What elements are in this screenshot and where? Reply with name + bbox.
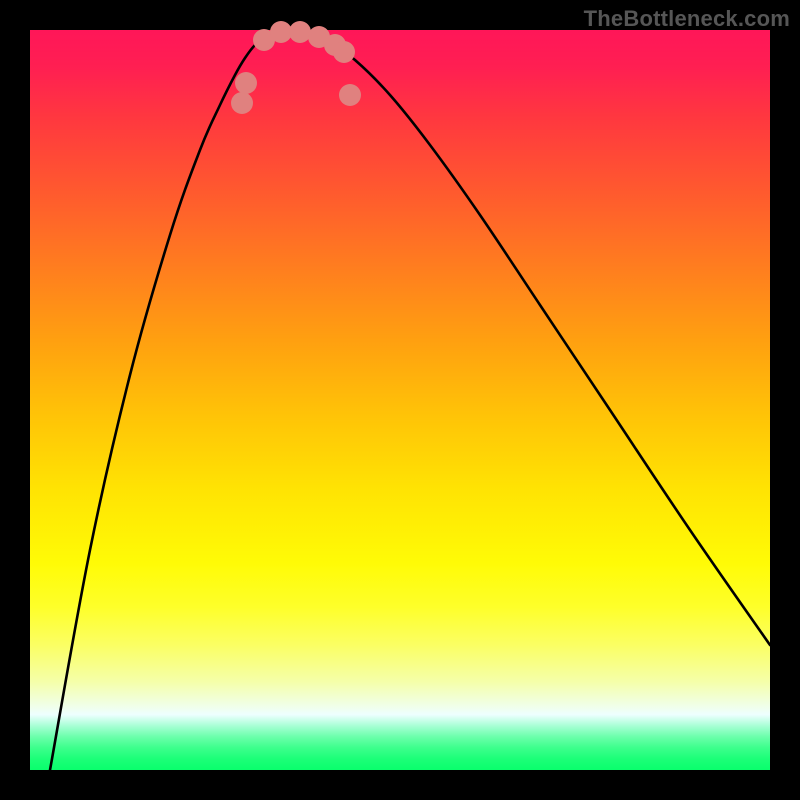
marker-dot <box>231 92 253 114</box>
marker-dot <box>235 72 257 94</box>
watermark-text: TheBottleneck.com <box>584 6 790 32</box>
plot-area <box>30 30 770 770</box>
marker-dot <box>270 21 292 43</box>
bottleneck-curve <box>50 31 770 770</box>
chart-svg <box>30 30 770 770</box>
marker-dot <box>289 21 311 43</box>
marker-dot <box>339 84 361 106</box>
marker-group <box>231 21 361 114</box>
marker-dot <box>333 41 355 63</box>
